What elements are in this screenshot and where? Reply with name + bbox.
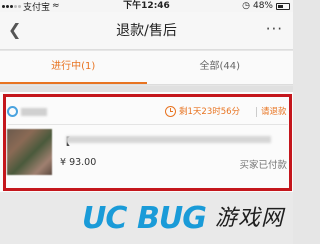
watermark-bug: BUG <box>137 201 207 236</box>
tab-in-progress[interactable]: 进行中(1) <box>0 51 147 84</box>
watermark-chinese: 游戏网 <box>215 206 285 231</box>
page-title: 退款/售后 <box>116 23 177 39</box>
watermark-logo: UC BUG 游戏网 <box>82 200 292 240</box>
status-bar: 支付宝 ≈ 下午12:46 ◷ 48% <box>0 0 293 13</box>
tab-bar: 进行中(1) 全部(44) <box>0 51 293 85</box>
watermark-uc: UC <box>82 201 127 236</box>
battery-icon <box>276 2 290 10</box>
more-icon[interactable]: ··· <box>266 20 283 38</box>
status-right: ◷ 48% <box>242 0 290 12</box>
battery-percent: 48% <box>252 1 273 11</box>
tab-all[interactable]: 全部(44) <box>147 51 294 84</box>
navigation-bar: ❮ 退款/售后 ··· <box>0 12 293 50</box>
highlight-frame <box>3 94 292 191</box>
alarm-icon: ◷ <box>242 1 250 11</box>
